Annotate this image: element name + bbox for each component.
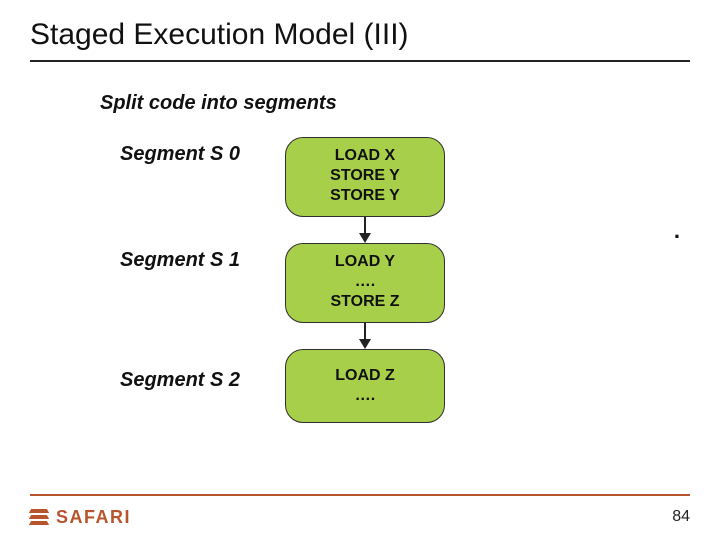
segment-label: Segment S 1 <box>120 243 285 272</box>
logo: SAFARI <box>30 507 131 528</box>
code-line: LOAD Y <box>286 252 444 272</box>
page-title: Staged Execution Model (III) <box>30 18 690 52</box>
segment-label: Segment S 0 <box>120 137 285 166</box>
logo-text: SAFARI <box>56 507 131 528</box>
segment-box: LOAD Z …. <box>285 349 445 423</box>
arrow-down-icon <box>285 217 445 243</box>
title-divider <box>30 60 690 62</box>
code-line: …. <box>286 386 444 406</box>
segment-column: LOAD Z …. <box>285 349 445 423</box>
segment-box: LOAD X STORE Y STORE Y <box>285 137 445 217</box>
code-line: …. <box>286 272 444 292</box>
segment-row: Segment S 1 LOAD Y …. STORE Z <box>120 243 690 349</box>
decorative-dot: . <box>674 218 680 244</box>
segment-label: Segment S 2 <box>120 349 285 392</box>
slide: Staged Execution Model (III) Split code … <box>0 0 720 540</box>
code-line: STORE Y <box>286 166 444 186</box>
code-line: LOAD X <box>286 146 444 166</box>
segment-column: LOAD Y …. STORE Z <box>285 243 445 349</box>
code-line: STORE Y <box>286 186 444 206</box>
code-line: STORE Z <box>286 292 444 312</box>
page-number: 84 <box>672 508 690 526</box>
footer-divider <box>30 494 690 496</box>
logo-icon <box>30 509 48 525</box>
subtitle: Split code into segments <box>100 92 690 115</box>
code-line: LOAD Z <box>286 366 444 386</box>
segment-column: LOAD X STORE Y STORE Y <box>285 137 445 243</box>
segment-box: LOAD Y …. STORE Z <box>285 243 445 323</box>
segment-row: Segment S 2 LOAD Z …. <box>120 349 690 423</box>
arrow-down-icon <box>285 323 445 349</box>
segment-row: Segment S 0 LOAD X STORE Y STORE Y <box>120 137 690 243</box>
